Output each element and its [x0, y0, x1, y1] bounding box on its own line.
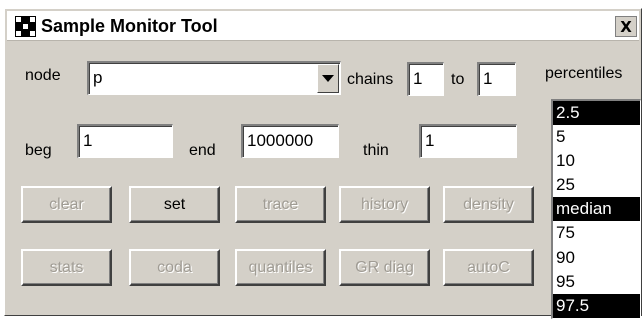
percentile-item[interactable]: 5: [553, 125, 640, 150]
close-button[interactable]: X: [615, 16, 637, 37]
chains-from-input[interactable]: 1: [407, 62, 444, 96]
title-bar[interactable]: Sample Monitor Tool X: [7, 11, 639, 41]
node-dropdown-button[interactable]: [317, 64, 339, 93]
node-value: p: [93, 68, 103, 87]
stats-button[interactable]: stats: [21, 249, 112, 286]
end-label: end: [189, 142, 216, 159]
quantiles-button[interactable]: quantiles: [235, 249, 326, 286]
window-title: Sample Monitor Tool: [41, 16, 218, 36]
percentile-item[interactable]: 97.5: [553, 293, 640, 318]
percentile-item[interactable]: 2.5: [553, 101, 640, 126]
trace-button[interactable]: trace: [235, 186, 326, 223]
set-button[interactable]: set: [129, 186, 220, 223]
beg-input[interactable]: 1: [77, 124, 173, 158]
chains-to-label: to: [451, 71, 465, 88]
percentile-item[interactable]: 95: [553, 269, 640, 294]
node-label: node: [25, 67, 61, 84]
app-icon: [15, 16, 36, 37]
sample-monitor-window: Sample Monitor Tool X node p chains 1 to…: [4, 8, 642, 319]
percentile-item[interactable]: 75: [553, 221, 640, 246]
gr-diag-button[interactable]: GR diag: [339, 249, 430, 286]
beg-label: beg: [25, 142, 52, 159]
end-input[interactable]: 1000000: [241, 124, 339, 158]
coda-button[interactable]: coda: [129, 249, 220, 286]
history-button[interactable]: history: [339, 186, 430, 223]
percentiles-listbox[interactable]: 2.5 5 10 25 median 75 90 95 97.5: [551, 99, 641, 319]
chains-to-input[interactable]: 1: [477, 62, 516, 96]
autoc-button[interactable]: autoC: [443, 249, 534, 286]
chains-label: chains: [347, 71, 394, 88]
percentile-item[interactable]: 90: [553, 245, 640, 270]
percentile-item[interactable]: 10: [553, 149, 640, 174]
node-combobox[interactable]: p: [87, 61, 341, 95]
thin-label: thin: [363, 142, 389, 159]
percentile-item[interactable]: median: [553, 197, 640, 222]
clear-button[interactable]: clear: [21, 186, 112, 223]
thin-input[interactable]: 1: [419, 124, 517, 158]
percentile-item[interactable]: 25: [553, 173, 640, 198]
chevron-down-icon: [322, 75, 334, 82]
density-button[interactable]: density: [443, 186, 534, 223]
percentiles-label: percentiles: [545, 65, 623, 82]
